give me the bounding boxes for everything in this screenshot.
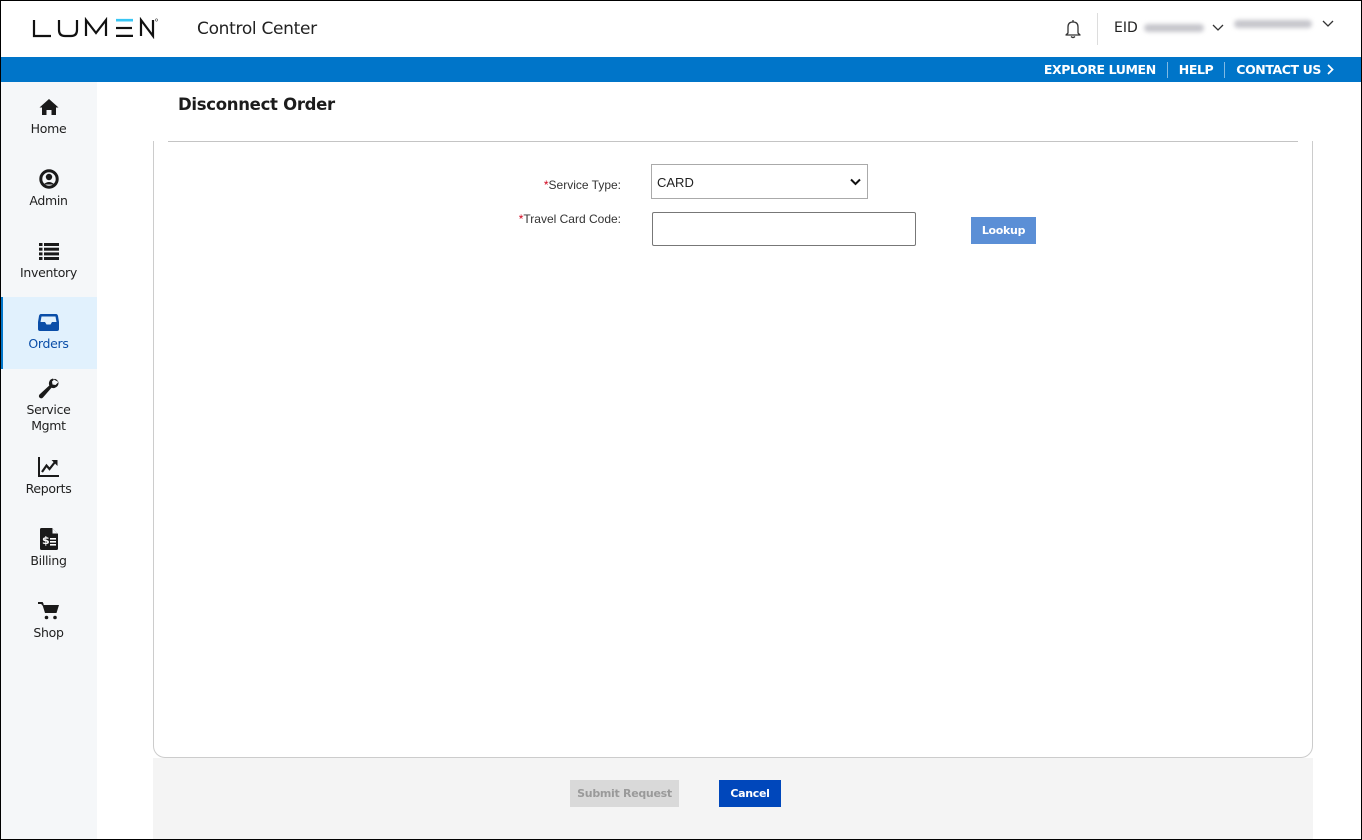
card-edge: [152, 125, 155, 141]
travel-card-code-label: *Travel Card Code:: [421, 212, 621, 226]
chart-trend-icon: [38, 456, 60, 478]
sidebar-item-label: Service Mgmt: [19, 402, 79, 434]
cart-icon: [37, 600, 60, 622]
wrench-icon: [38, 377, 60, 399]
sidebar-item-label: Shop: [33, 625, 64, 640]
sidebar-item-label: Inventory: [19, 265, 77, 280]
sidebar-item-billing[interactable]: $ Billing: [0, 514, 97, 586]
page-title: Disconnect Order: [178, 95, 335, 114]
sidebar-item-label: Orders: [28, 336, 69, 351]
contact-us-link[interactable]: CONTACT US: [1225, 62, 1334, 77]
eid-label: EID: [1114, 20, 1138, 36]
app-title: Control Center: [197, 19, 317, 39]
bell-icon[interactable]: [1064, 19, 1082, 39]
inbox-tray-icon: [38, 311, 60, 333]
help-label: HELP: [1178, 62, 1214, 77]
chevron-right-icon: [1327, 64, 1334, 75]
user-circle-icon: [38, 168, 60, 190]
sidebar-item-service-mgmt[interactable]: Service Mgmt: [0, 369, 97, 441]
travel-card-code-label-text: Travel Card Code:: [523, 212, 621, 226]
sidebar-item-shop[interactable]: Shop: [0, 586, 97, 658]
help-link[interactable]: HELP: [1168, 62, 1225, 77]
sidebar-item-label: Reports: [25, 481, 72, 496]
service-type-label-text: Service Type:: [548, 178, 621, 192]
sidebar: Home Admin Inventory Orders Service Mgmt …: [0, 82, 97, 840]
service-type-value: CARD: [657, 175, 694, 190]
sidebar-item-reports[interactable]: Reports: [0, 442, 97, 514]
travel-card-code-input[interactable]: [652, 212, 916, 246]
lookup-button[interactable]: Lookup: [971, 217, 1036, 244]
eid-value-redacted: [1143, 24, 1204, 32]
sidebar-item-label: Home: [30, 121, 67, 136]
sidebar-item-label: Admin: [29, 193, 68, 208]
svg-text:$: $: [42, 534, 50, 547]
username-redacted: [1234, 20, 1312, 28]
header-divider: [1097, 13, 1098, 45]
cancel-button[interactable]: Cancel: [719, 780, 781, 807]
home-icon: [38, 96, 60, 118]
explore-lumen-link[interactable]: EXPLORE LUMEN: [1033, 62, 1167, 77]
sidebar-item-inventory[interactable]: Inventory: [0, 226, 97, 298]
sidebar-item-admin[interactable]: Admin: [0, 154, 97, 226]
card-edge: [1310, 125, 1314, 141]
utility-bar: EXPLORE LUMEN HELP CONTACT US: [0, 57, 1362, 82]
contact-us-label: CONTACT US: [1236, 62, 1321, 77]
service-type-select[interactable]: CARD: [651, 164, 868, 199]
eid-selector[interactable]: EID: [1114, 20, 1224, 36]
user-menu[interactable]: [1234, 20, 1334, 28]
submit-request-button[interactable]: Submit Request: [570, 780, 679, 807]
service-mgmt-label: Service Mgmt: [26, 402, 71, 433]
chevron-down-icon: [850, 178, 861, 186]
lumen-logo[interactable]: [32, 17, 158, 39]
sidebar-item-home[interactable]: Home: [0, 82, 97, 154]
top-header: Control Center EID: [0, 0, 1362, 57]
list-icon: [38, 240, 60, 262]
invoice-dollar-icon: $: [38, 528, 60, 550]
utility-nav: EXPLORE LUMEN HELP CONTACT US: [1033, 57, 1334, 82]
section-divider: [168, 141, 1298, 142]
sidebar-item-label: Billing: [30, 553, 67, 568]
chevron-down-icon: [1212, 24, 1224, 31]
sidebar-item-orders[interactable]: Orders: [0, 297, 97, 369]
chevron-down-icon: [1322, 20, 1334, 27]
service-type-label: *Service Type:: [421, 178, 621, 192]
explore-lumen-label: EXPLORE LUMEN: [1043, 62, 1156, 77]
